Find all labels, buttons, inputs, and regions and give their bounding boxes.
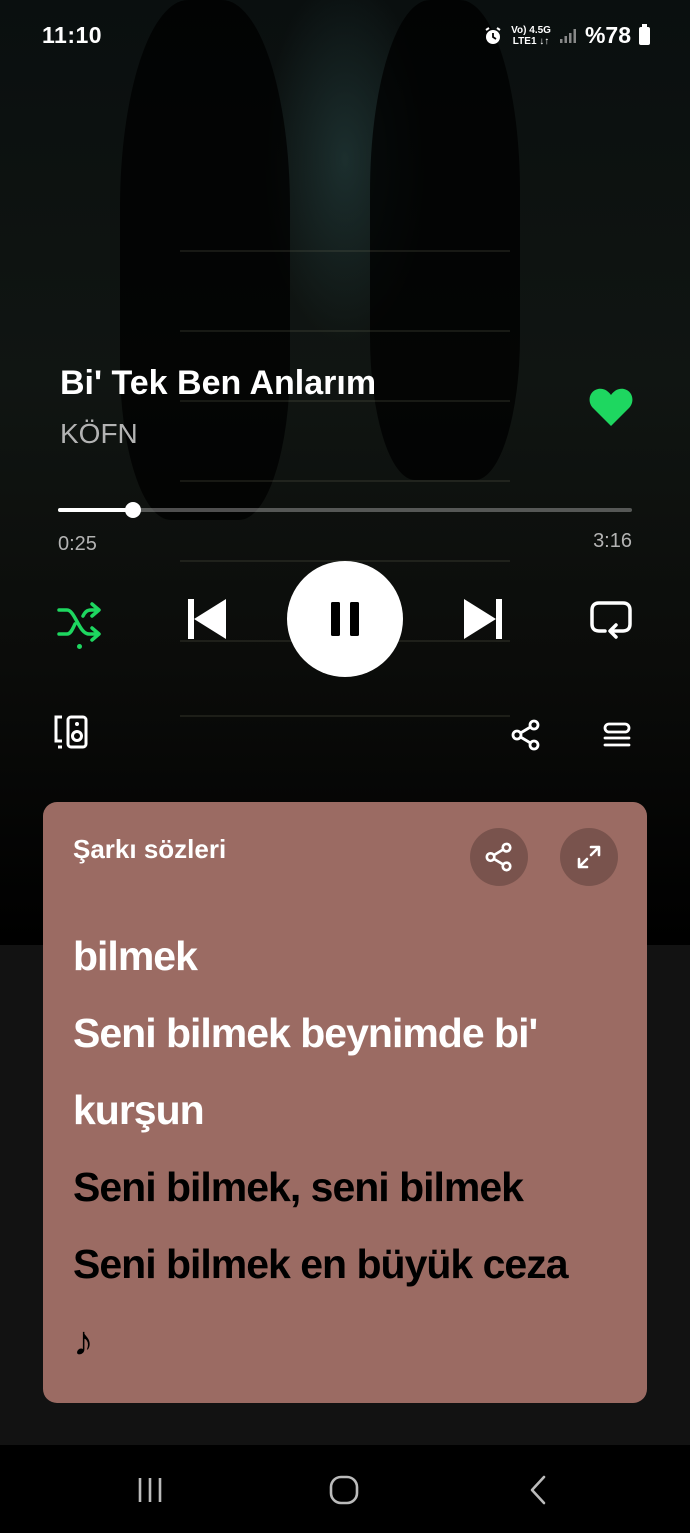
stair-line [180,480,510,482]
previous-button[interactable] [180,594,232,644]
network-top-text: Vo) 4.5G [511,24,551,36]
shuffle-icon [57,602,101,642]
alarm-icon [485,26,501,44]
lyric-line: bilmek [73,933,198,979]
pause-button[interactable] [287,561,403,677]
repeat-button[interactable] [586,596,636,642]
lyrics-share-button[interactable] [470,828,528,886]
skip-previous-icon [188,599,226,639]
stair-line [180,715,510,717]
repeat-icon [590,601,632,639]
track-artist[interactable]: KÖFN [60,418,138,450]
signal-icon [559,28,576,43]
back-button[interactable] [518,1473,558,1507]
home-icon [329,1475,359,1505]
lyric-line: Seni bilmek, seni bilmek [73,1164,524,1210]
recent-apps-button[interactable] [130,1473,170,1507]
queue-button[interactable] [596,714,638,756]
shuffle-active-dot [77,644,82,649]
seek-bar-handle[interactable] [124,502,141,518]
battery-icon [639,23,650,45]
share-icon [511,719,540,751]
expand-icon [577,845,601,869]
devices-icon [54,715,88,749]
lyric-line: ♪ [73,1318,94,1364]
lyrics-header: Şarkı sözleri [73,834,227,864]
network-bottom-text: LTE1 ↓↑ [512,35,550,47]
queue-icon [603,722,631,747]
lyrics-expand-button[interactable] [560,828,618,886]
stair-line [180,330,510,332]
silhouette-right [370,0,520,480]
back-icon [530,1475,546,1505]
lyric-line: Seni bilmek beynimde bi' [73,1010,538,1056]
lyrics-card[interactable]: Şarkı sözleri bilmek Seni bilmek beynimd… [43,802,647,1403]
home-button[interactable] [324,1473,364,1507]
lyric-line: Seni bilmek en büyük ceza [73,1241,569,1287]
pause-icon [331,602,359,636]
lyrics-lines: bilmek Seni bilmek beynimde bi' kurşun S… [73,918,633,1380]
track-title: Bi' Tek Ben Anlarım [60,364,377,402]
silhouette-left [120,0,290,520]
recent-apps-icon [138,1478,162,1502]
stair-line [180,250,510,252]
network-indicator: Vo) 4.5G LTE1 ↓↑ [511,25,551,47]
skip-next-icon [464,599,502,639]
battery-percent: %78 [584,22,631,48]
share-icon [485,842,512,872]
connect-device-button[interactable] [50,710,92,752]
next-button[interactable] [458,594,510,644]
elapsed-time: 0:25 [58,533,97,555]
seek-bar-fill [58,508,133,512]
total-duration: 3:16 [593,530,632,552]
system-navigation-bar [0,1447,690,1533]
status-time: 11:10 [42,22,103,48]
shuffle-button[interactable] [54,596,106,648]
status-bar: 11:10 Vo) 4.5G LTE1 ↓↑ %78 [0,0,690,72]
seek-bar[interactable] [58,502,632,518]
heart-icon[interactable] [588,386,634,428]
lyric-line: kurşun [73,1087,205,1133]
status-icons: Vo) 4.5G LTE1 ↓↑ %78 [483,22,650,49]
share-button[interactable] [505,714,547,756]
